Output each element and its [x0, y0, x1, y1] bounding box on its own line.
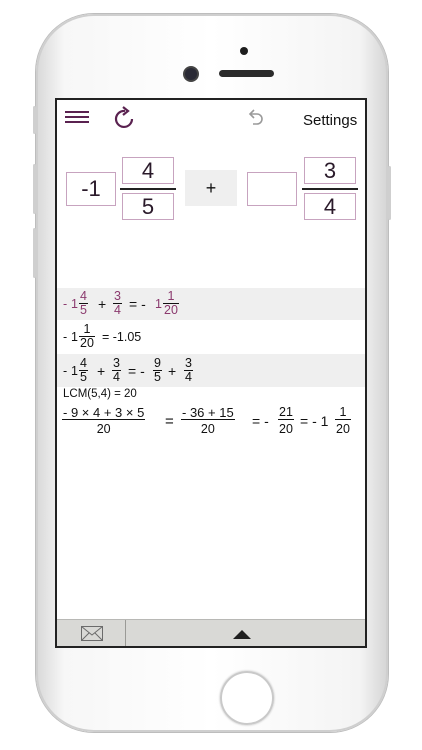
- volume-down-button: [33, 228, 36, 278]
- whole-number-input-1[interactable]: -1: [66, 172, 116, 206]
- result-row-3: - 1 45 + 34 = - 95 + 34: [57, 354, 365, 387]
- refresh-icon[interactable]: [113, 106, 137, 132]
- numerator-input-2[interactable]: 3: [304, 157, 356, 184]
- app-screen: Settings -1 4 5 + 3 4 - 1 45 + 34 = - 1 …: [55, 98, 367, 648]
- operator-button[interactable]: +: [185, 170, 237, 206]
- mail-icon[interactable]: [81, 626, 103, 641]
- fraction-bar-1: [120, 188, 176, 190]
- volume-up-button: [33, 164, 36, 214]
- earpiece-speaker: [219, 70, 274, 77]
- result-row-5: - 9 × 4 + 3 × 5 20 = - 36 + 15 20 = - 21 20…: [62, 405, 351, 436]
- lcm-text: LCM(5,4) = 20: [63, 388, 137, 400]
- denominator-input-1[interactable]: 5: [122, 193, 174, 220]
- numerator-input-1[interactable]: 4: [122, 157, 174, 184]
- result-row-1: - 1 45 + 34 = - 1 1 20: [57, 288, 365, 320]
- mute-switch: [33, 106, 36, 134]
- menu-icon[interactable]: [65, 111, 89, 125]
- lcm-row: LCM(5,4) = 20: [57, 388, 365, 402]
- fraction: - 9 × 4 + 3 × 5 20: [62, 405, 146, 436]
- bottom-bar: [57, 619, 365, 646]
- chevron-up-icon[interactable]: [233, 630, 251, 639]
- power-button: [388, 166, 391, 220]
- settings-button[interactable]: Settings: [303, 112, 357, 129]
- fraction-bar-2: [302, 188, 358, 190]
- fraction: 34: [184, 356, 193, 384]
- fraction: 34: [112, 356, 121, 384]
- fraction: 34: [113, 289, 122, 317]
- fraction: 1 20: [79, 322, 95, 350]
- fraction: 21 20: [278, 405, 294, 436]
- fraction: 1 20: [335, 405, 351, 436]
- fraction: 1 20: [163, 289, 179, 317]
- denominator-input-2[interactable]: 4: [304, 193, 356, 220]
- whole-number-input-2[interactable]: [247, 172, 297, 206]
- result-row-2: - 1 1 20 = -1.05: [63, 322, 142, 350]
- home-button[interactable]: [220, 671, 274, 725]
- fraction: 95: [153, 356, 162, 384]
- fraction: 45: [79, 289, 88, 317]
- top-bar: Settings: [57, 100, 365, 140]
- bottom-bar-divider: [125, 620, 126, 646]
- fraction: - 36 + 15 20: [181, 405, 235, 436]
- fraction: 45: [79, 356, 88, 384]
- undo-icon[interactable]: [245, 108, 265, 130]
- front-camera: [185, 68, 197, 80]
- proximity-sensor: [240, 47, 248, 55]
